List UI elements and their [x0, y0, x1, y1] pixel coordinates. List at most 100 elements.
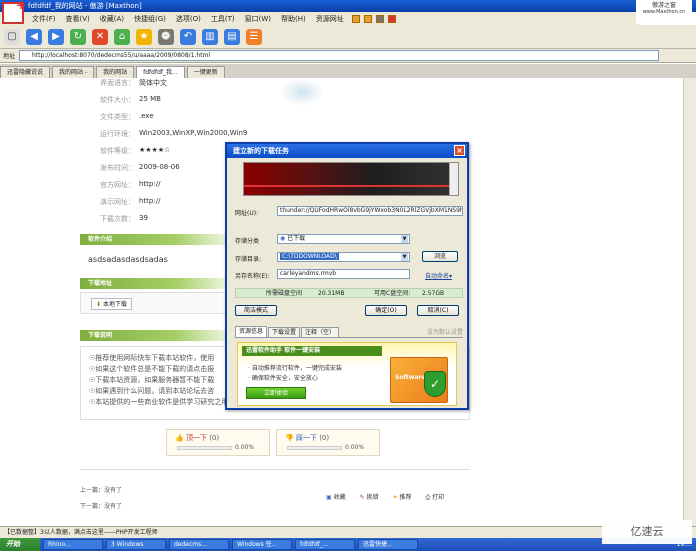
- maxthon-logo-url: www.Maxthon.cn: [642, 9, 686, 15]
- task-item[interactable]: 迅雷快捷...: [358, 539, 418, 550]
- info-value[interactable]: http://: [139, 180, 160, 190]
- task-item[interactable]: fdfdfdf_...: [295, 539, 355, 550]
- next-article-link[interactable]: 下一篇：没有了: [80, 501, 122, 510]
- vote-up-box[interactable]: 👍 顶一下 (0) 0.00%: [166, 429, 270, 456]
- software-assistant-promo: 迅雷软件助手 软件一键安装 · 自动推荐流行软件，一键完成安装 · 确保软件安全…: [237, 342, 457, 406]
- menu-extra-icon[interactable]: [351, 14, 360, 23]
- favorites-star-icon[interactable]: ★: [136, 28, 152, 45]
- print-label: 打印: [432, 494, 445, 501]
- url-field[interactable]: thunder://QUFodHRwOi8vbG9jYWxob3N0L2RlZG…: [277, 206, 463, 216]
- report-label: 挑错: [366, 494, 379, 501]
- task-item[interactable]: Rhino...: [43, 539, 103, 550]
- address-input[interactable]: http://localhost:8070/dedecms55/u/aaaa/2…: [19, 50, 660, 61]
- tab-resource-info[interactable]: 资源信息: [235, 326, 268, 337]
- task-item[interactable]: dedecms...: [169, 539, 229, 550]
- page-scrollbar[interactable]: [683, 78, 696, 526]
- cancel-button[interactable]: 取消(C): [417, 305, 459, 316]
- ok-button[interactable]: 确定(O): [365, 305, 407, 316]
- dialog-close-icon[interactable]: ×: [454, 145, 465, 156]
- print-action[interactable]: ⎙ 打印: [426, 492, 445, 502]
- print-icon: ⎙: [425, 494, 431, 501]
- divider: [80, 469, 470, 470]
- tab-download-settings[interactable]: 下载设置: [268, 327, 301, 337]
- menu-options[interactable]: 选项(O): [172, 14, 205, 24]
- download-arrow-icon: ⬇: [96, 301, 103, 308]
- browse-button[interactable]: 浏览: [422, 251, 458, 262]
- report-icon: ✎: [359, 494, 365, 501]
- menu-view[interactable]: 查看(V): [62, 14, 94, 24]
- info-key: 发布时间：: [100, 164, 135, 172]
- info-key: 文件类型：: [100, 113, 135, 121]
- tab-one-key-update[interactable]: 一键更新: [186, 66, 225, 78]
- category-select[interactable]: ◉ 已下载: [277, 234, 410, 244]
- try-now-button[interactable]: 立即体验: [246, 387, 306, 399]
- dialog-title: 建立新的下载任务: [233, 147, 289, 155]
- task-item[interactable]: 3 Windows: [106, 539, 166, 550]
- set-default-link[interactable]: 设为默认设置: [427, 328, 463, 337]
- home-icon[interactable]: ⌂: [114, 28, 130, 45]
- start-button[interactable]: 开始: [0, 538, 40, 551]
- tab-my-site-2[interactable]: 我的网站: [96, 66, 135, 78]
- task-item[interactable]: Windows 任...: [232, 539, 292, 550]
- software-thumbnail: [280, 78, 324, 106]
- watermark-text: 亿速云: [630, 525, 664, 538]
- vote-down-text: 踩一下: [295, 434, 317, 442]
- history-icon[interactable]: ⌚: [158, 28, 174, 45]
- shield-check-icon: ✓: [424, 371, 446, 397]
- recommend-action[interactable]: ✦ 推荐: [393, 492, 412, 502]
- tab-xunlei[interactable]: 迅雷隐藏说说: [0, 66, 51, 78]
- info-key: 界面语言：: [100, 79, 135, 87]
- stop-icon[interactable]: ✕: [92, 28, 108, 45]
- tab-notes[interactable]: 注释（空）: [301, 327, 340, 337]
- info-value: Win2003,WinXP,Win2000,Win9: [139, 129, 248, 137]
- rss-icon[interactable]: ☰: [246, 28, 262, 45]
- close-tab-icon[interactable]: [387, 14, 396, 23]
- favorite-icon: ▣: [326, 494, 332, 501]
- layout-icon[interactable]: ▥: [202, 28, 218, 45]
- info-row-type: 文件类型： .exe: [100, 112, 154, 122]
- local-download-button[interactable]: ⬇ 本地下载: [91, 298, 132, 310]
- toolbar: ▢ ◀ ▶ ↻ ✕ ⌂ ★ ⌚ ↶ ▥ ▤ ☰: [0, 25, 696, 49]
- auto-rename-link[interactable]: 自动命名▾: [425, 271, 452, 280]
- menu-extra-icon-2[interactable]: [363, 14, 372, 23]
- simple-mode-button[interactable]: 简洁模式: [235, 305, 277, 316]
- menu-tools[interactable]: 工具(T): [207, 14, 239, 24]
- back-icon[interactable]: ◀: [26, 28, 42, 45]
- menu-file[interactable]: 文件(F): [28, 14, 60, 24]
- menu-resources[interactable]: 资源网址: [312, 14, 348, 24]
- thumbs-down-icon: 👎: [285, 434, 296, 442]
- menu-help[interactable]: 帮助(H): [277, 14, 310, 24]
- menu-groups[interactable]: 快捷组(G): [130, 14, 170, 24]
- undo-icon[interactable]: ↶: [180, 28, 196, 45]
- download-box: ⬇ 本地下载: [80, 292, 230, 314]
- vote-down-label: 👎 踩一下 (0): [285, 433, 329, 443]
- tab-current[interactable]: fdfdfdf_我...: [136, 66, 185, 78]
- info-value[interactable]: http://: [139, 197, 160, 207]
- favorite-label: 收藏: [333, 494, 346, 501]
- watermark-logo: 亿速云: [602, 520, 692, 544]
- dir-select[interactable]: C:\TDDOWNLOAD\: [277, 252, 410, 262]
- favorite-action[interactable]: ▣ 收藏: [326, 492, 346, 502]
- forward-icon[interactable]: ▶: [48, 28, 64, 45]
- vote-up-label: 👍 顶一下 (0): [175, 433, 219, 443]
- menu-favorites[interactable]: 收藏(A): [96, 14, 128, 24]
- vote-down-bar: [287, 446, 342, 450]
- report-error-action[interactable]: ✎ 挑错: [360, 492, 379, 502]
- minimize-icon[interactable]: [375, 14, 384, 23]
- info-key: 下载次数：: [100, 215, 135, 223]
- tab-my-site-1[interactable]: 我的网站 -: [52, 66, 95, 78]
- vote-down-box[interactable]: 👎 踩一下 (0) 0.00%: [276, 429, 380, 456]
- menu-bar: 文件(F) 查看(V) 收藏(A) 快捷组(G) 选项(O) 工具(T) 窗口(…: [0, 12, 640, 25]
- menu-window[interactable]: 窗口(W): [241, 14, 275, 24]
- split-icon[interactable]: ▤: [224, 28, 240, 45]
- section-notes: 下载说明: [80, 330, 240, 341]
- prev-article-link[interactable]: 上一篇：没有了: [80, 485, 122, 494]
- saveas-field[interactable]: carleyandms.rmvb: [277, 269, 410, 279]
- info-value: 2009-08-06: [139, 163, 180, 171]
- refresh-icon[interactable]: ↻: [70, 28, 86, 45]
- vote-up-percent: 0.00%: [235, 444, 255, 451]
- dialog-ad-banner: [243, 162, 459, 196]
- new-page-icon[interactable]: ▢: [4, 28, 20, 45]
- banner-scrollbar[interactable]: [449, 163, 458, 195]
- dialog-title-bar: 建立新的下载任务 ×: [227, 144, 467, 158]
